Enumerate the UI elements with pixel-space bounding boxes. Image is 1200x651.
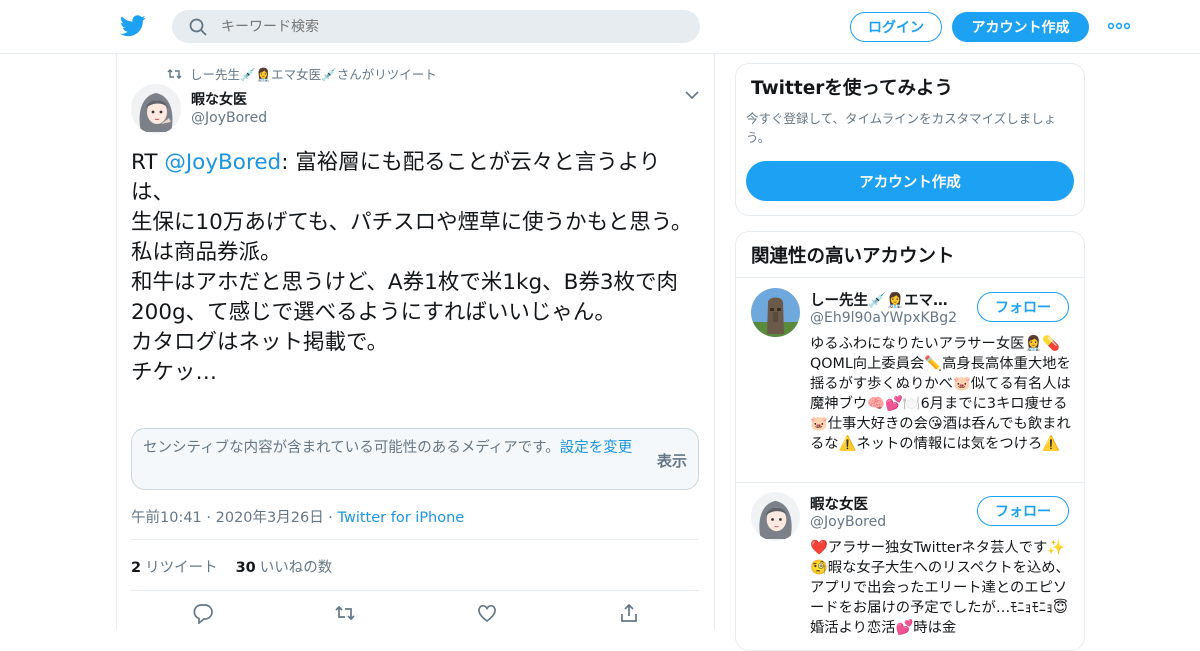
author-info[interactable]: 暇な女医 @JoyBored <box>191 89 267 126</box>
share-icon[interactable] <box>618 602 640 624</box>
retweet-action-icon[interactable] <box>334 602 356 624</box>
more-dots-icon[interactable] <box>1108 18 1130 34</box>
account-handle[interactable]: @JoyBored <box>810 514 886 530</box>
tweet-body: : 富裕層にも配ることが云々と言うよりは、 生保に10万あげても、パチスロや煙草… <box>131 150 693 385</box>
like-icon[interactable] <box>476 602 498 624</box>
account-avatar[interactable] <box>751 492 800 541</box>
tweet-timestamp[interactable]: 午前10:41 · 2020年3月26日 <box>131 510 324 526</box>
retweet-context-text: しー先生💉👩‍⚕️エマ女医💉さんがリツイート <box>190 67 437 82</box>
search-input[interactable] <box>221 18 661 35</box>
twitter-bird-icon[interactable] <box>120 14 146 38</box>
signup-card-title: Twitterを使ってみよう <box>751 78 953 99</box>
mention-link[interactable]: @JoyBored <box>164 150 281 175</box>
signup-button[interactable]: アカウント作成 <box>952 12 1089 42</box>
tweet-client-link[interactable]: Twitter for iPhone <box>338 510 465 526</box>
login-button[interactable]: ログイン <box>850 12 942 42</box>
retweet-icon <box>167 68 182 79</box>
related-accounts-card: 関連性の高いアカウント しー先生💉👩‍⚕️エマ… @Eh9l90aYWpxKBg… <box>735 231 1085 651</box>
search-bar[interactable] <box>172 10 700 43</box>
sensitive-message: センシティブな内容が含まれている可能性のあるメディアです。設定を変更 <box>143 438 633 458</box>
anime-girl-avatar-icon <box>751 492 800 541</box>
show-media-button[interactable]: 表示 <box>657 450 687 471</box>
divider <box>131 539 699 540</box>
signup-card-subtitle: 今すぐ登録して、タイムラインをカスタマイズしましょう。 <box>746 111 1057 145</box>
anime-girl-avatar-icon <box>131 84 181 134</box>
search-icon <box>189 18 207 35</box>
author-avatar[interactable] <box>131 84 181 134</box>
reply-icon[interactable] <box>192 602 214 624</box>
tweet-text: RT @JoyBored: 富裕層にも配ることが云々と言うよりは、 生保に10万… <box>131 148 703 388</box>
sensitive-message-text: センシティブな内容が含まれている可能性のあるメディアです。 <box>143 440 560 456</box>
related-accounts-title: 関連性の高いアカウント <box>751 246 955 267</box>
tweet-detail: しー先生💉👩‍⚕️エマ女医💉さんがリツイート 暇な女医 @JoyBored RT… <box>116 54 715 630</box>
account-avatar[interactable] <box>751 288 800 337</box>
retweet-label: リツイート <box>145 560 218 576</box>
chevron-down-icon[interactable] <box>685 90 699 100</box>
sensitive-media-notice: センシティブな内容が含まれている可能性のあるメディアです。設定を変更 表示 <box>131 428 699 490</box>
follow-button[interactable]: フォロー <box>977 292 1069 322</box>
divider <box>736 482 1084 483</box>
author-handle[interactable]: @JoyBored <box>191 110 267 126</box>
follow-button[interactable]: フォロー <box>977 496 1069 526</box>
account-bio: ゆるふわになりたいアラサー女医👩‍⚕️💊QOML向上委員会✏️高身長高体重大地を… <box>810 336 1071 452</box>
account-name[interactable]: 暇な女医 <box>810 493 970 514</box>
retweet-stat[interactable]: 2 リツイート <box>131 556 218 577</box>
top-bar: ログイン アカウント作成 <box>0 0 1200 54</box>
like-label: いいねの数 <box>259 560 333 576</box>
author-name[interactable]: 暇な女医 <box>191 89 267 109</box>
retweet-count: 2 <box>131 560 142 576</box>
tweet-stats: 2 リツイート 30 いいねの数 <box>131 556 332 577</box>
account-bio: ❤️アラサー独女Twitterネタ芸人です✨🧐暇な女子大生へのリスペクトを込め、… <box>810 540 1070 636</box>
tweet-meta: 午前10:41 · 2020年3月26日 · Twitter for iPhon… <box>131 506 464 527</box>
retweet-context[interactable]: しー先生💉👩‍⚕️エマ女医💉さんがリツイート <box>167 64 437 83</box>
signup-card-button[interactable]: アカウント作成 <box>746 161 1074 201</box>
rt-prefix: RT <box>131 150 165 175</box>
like-count: 30 <box>235 560 256 576</box>
divider <box>736 277 1084 278</box>
meta-separator: · <box>323 510 338 526</box>
like-stat[interactable]: 30 いいねの数 <box>236 556 333 577</box>
change-settings-link[interactable]: 設定を変更 <box>560 440 633 456</box>
divider <box>131 590 699 591</box>
tweet-actions <box>117 602 716 630</box>
account-name[interactable]: しー先生💉👩‍⚕️エマ… <box>810 289 970 310</box>
moai-statue-avatar-icon <box>751 288 800 337</box>
account-handle[interactable]: @Eh9l90aYWpxKBg2 <box>810 310 957 326</box>
signup-card: Twitterを使ってみよう 今すぐ登録して、タイムラインをカスタマイズしましょ… <box>735 63 1085 216</box>
